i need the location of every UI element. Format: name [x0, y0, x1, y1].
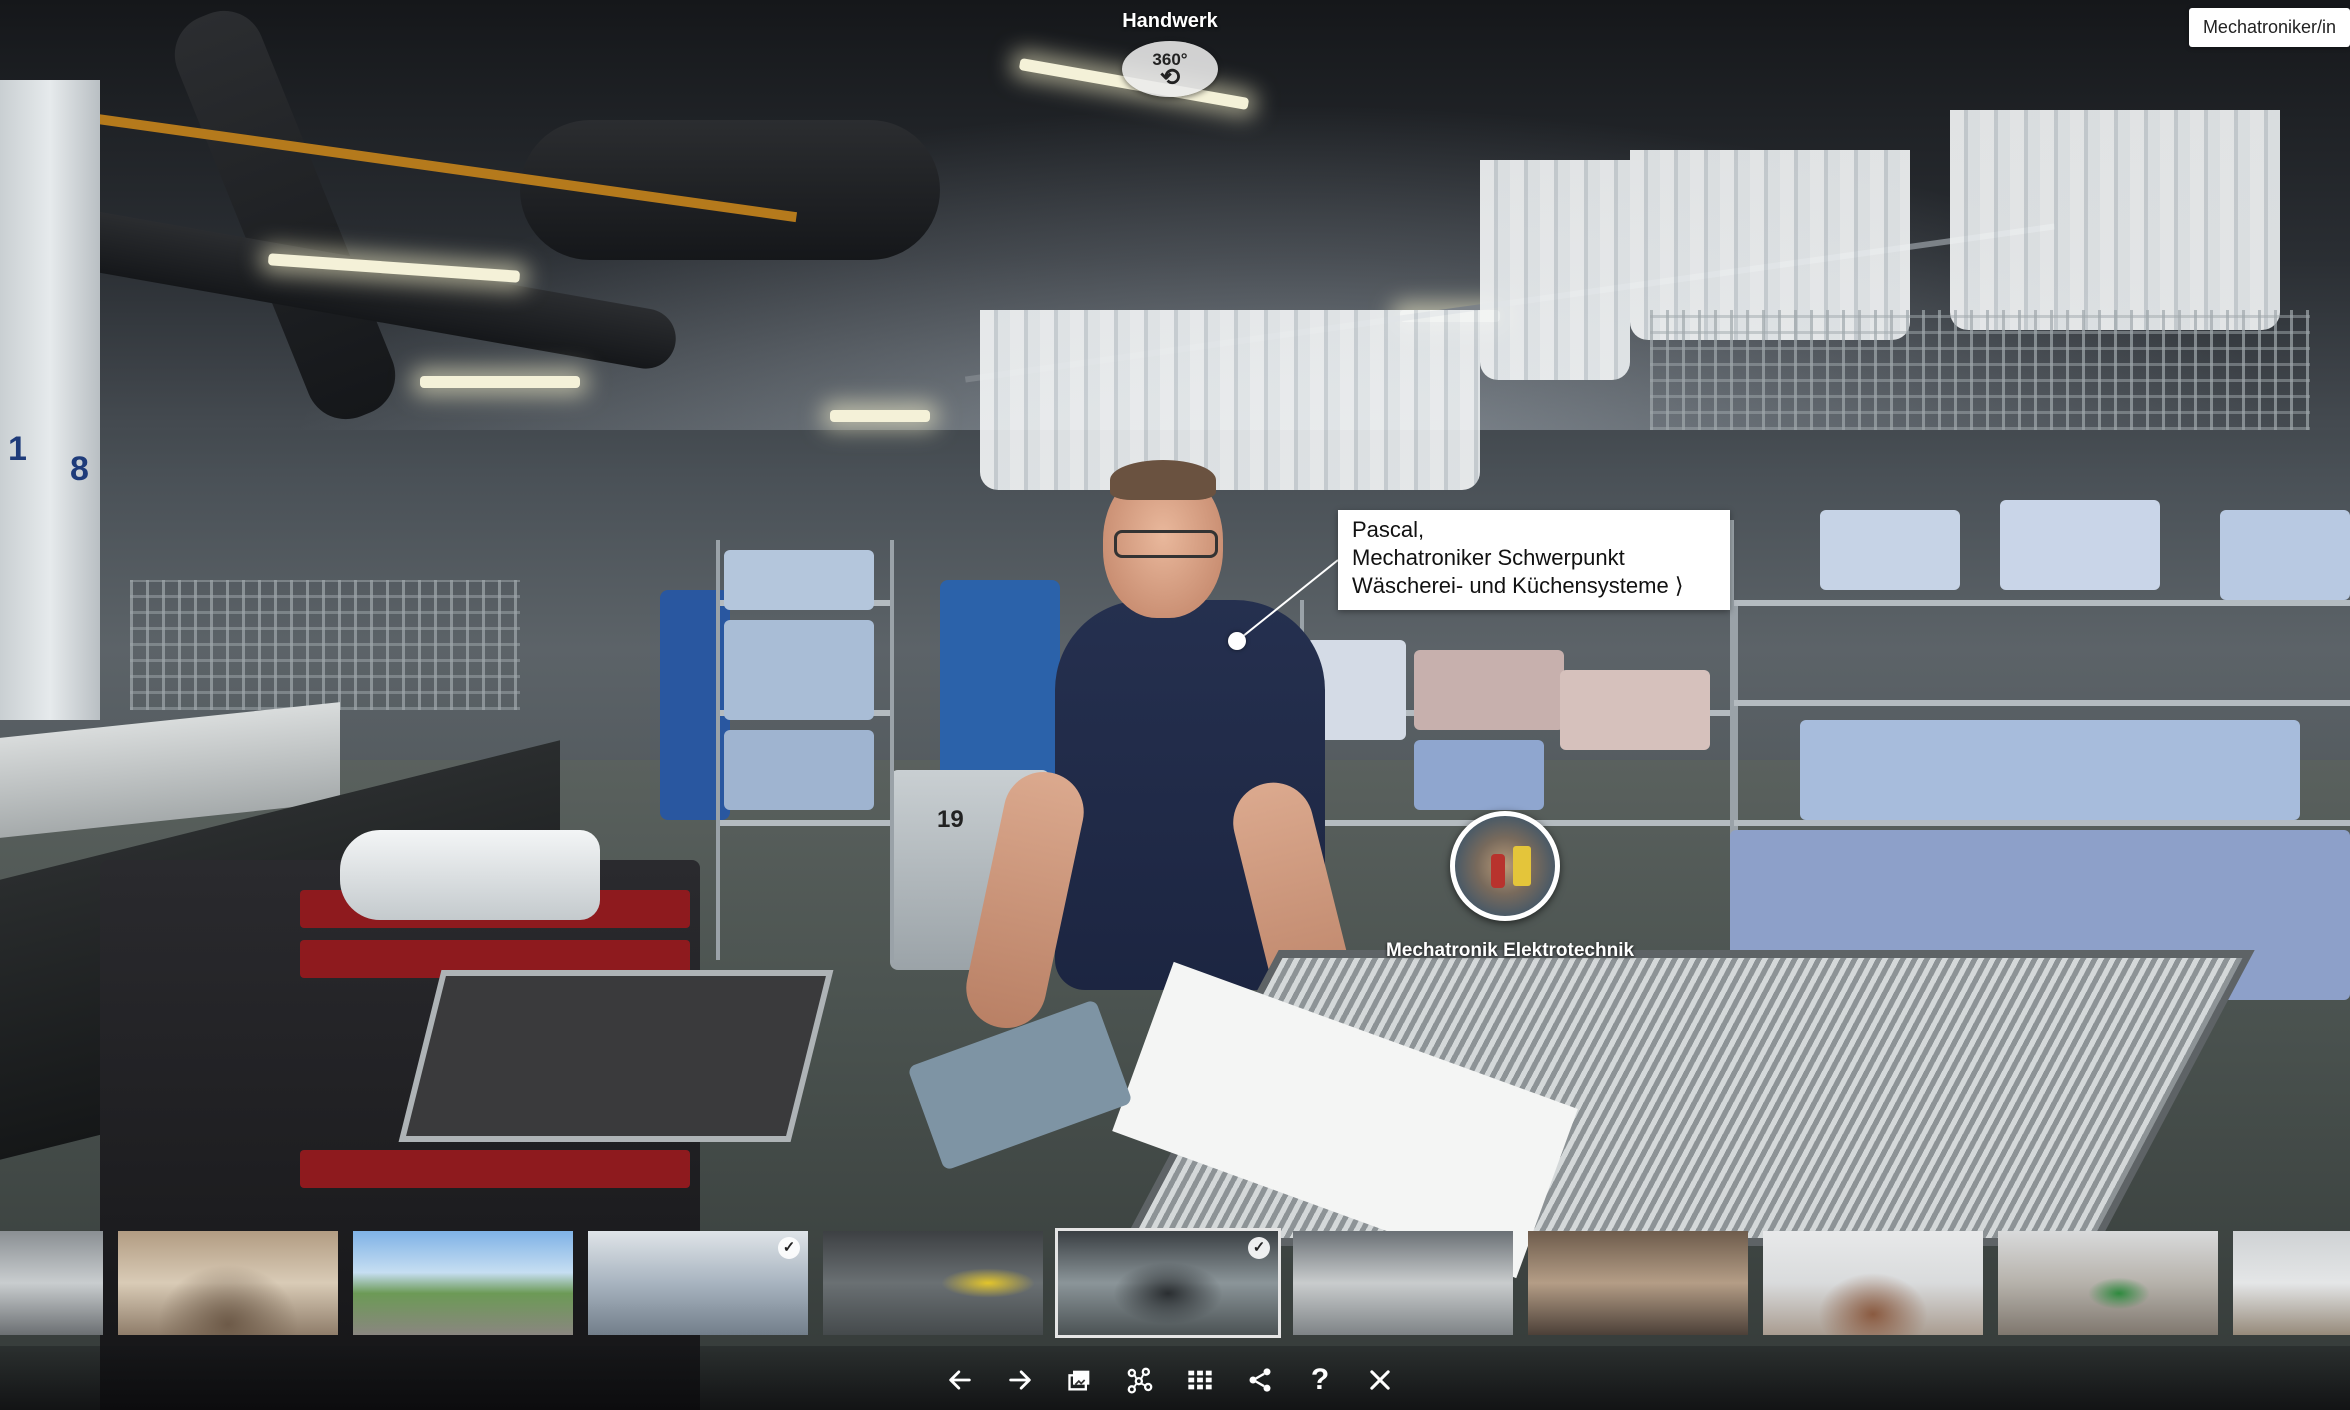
- cart-drawer: [300, 1150, 690, 1188]
- hanging-garments: [1950, 110, 2280, 330]
- ceiling-lamp: [420, 376, 580, 388]
- thumbnail[interactable]: [820, 1228, 1046, 1338]
- thumbnail-strip[interactable]: ✓ ✓: [0, 1220, 2350, 1346]
- close-icon[interactable]: [1360, 1360, 1400, 1400]
- thumbnail[interactable]: [350, 1228, 576, 1338]
- wall-number: 1: [8, 430, 27, 468]
- rotate-arrows-icon: ⟲: [1159, 64, 1181, 91]
- info-hotspot-dot[interactable]: [1228, 632, 1246, 650]
- panorama-view[interactable]: 1 8 19: [0, 0, 2350, 1410]
- checkmark-icon: ✓: [1248, 1237, 1270, 1259]
- towel-stack: [2220, 510, 2350, 600]
- thumbnail[interactable]: [0, 1228, 106, 1338]
- info-line-2: Mechatroniker Schwerpunkt: [1352, 545, 1625, 570]
- ceiling-lamp: [830, 410, 930, 422]
- thumbnail[interactable]: [1525, 1228, 1751, 1338]
- checkmark-icon: ✓: [778, 1237, 800, 1259]
- hanging-garments: [1480, 160, 1630, 380]
- profession-label[interactable]: Mechatroniker/in: [2188, 8, 2350, 47]
- info-popup[interactable]: Pascal, Mechatroniker Schwerpunkt Wäsche…: [1338, 510, 1730, 610]
- gallery-icon[interactable]: [1060, 1360, 1100, 1400]
- pillar: [0, 80, 100, 720]
- hotspot-handwerk[interactable]: Handwerk 360° ⟲: [1120, 10, 1220, 97]
- info-line-3[interactable]: Wäscherei- und Küchensysteme ⟩: [1352, 572, 1716, 600]
- towel-stack: [1414, 650, 1564, 730]
- person-glasses: [1114, 530, 1218, 558]
- blue-cart: [940, 580, 1060, 780]
- hotspot-handwerk-label: Handwerk: [1122, 10, 1218, 32]
- electric-motor: [340, 830, 600, 920]
- thumbnail[interactable]: [2230, 1228, 2350, 1338]
- scene-preview-figure: [1491, 854, 1505, 888]
- towel-stack: [1800, 720, 2300, 820]
- towel-stack: [724, 730, 874, 810]
- thumbnail[interactable]: [1290, 1228, 1516, 1338]
- towel-stack: [724, 550, 874, 610]
- arrow-left-icon[interactable]: [940, 1360, 980, 1400]
- towel-stack: [1560, 670, 1710, 750]
- towel-stack: [724, 620, 874, 720]
- wall-number: 8: [70, 450, 89, 488]
- scene-preview-cabinet: [1513, 846, 1531, 886]
- towel-stack: [1820, 510, 1960, 590]
- scene-hotspot-mechatronik[interactable]: [1450, 811, 1560, 921]
- thumbnail[interactable]: [115, 1228, 341, 1338]
- info-line-1: Pascal,: [1352, 517, 1425, 542]
- towel-stack: [2000, 500, 2160, 590]
- thumbnail[interactable]: [1995, 1228, 2221, 1338]
- scene-map-icon[interactable]: [1120, 1360, 1160, 1400]
- hanging-garments: [980, 310, 1480, 490]
- thumbnail-active[interactable]: ✓: [1055, 1228, 1281, 1338]
- thumbnail[interactable]: [1760, 1228, 1986, 1338]
- grid-icon[interactable]: [1180, 1360, 1220, 1400]
- help-icon[interactable]: ?: [1300, 1360, 1340, 1400]
- laundry-cage: [130, 580, 520, 710]
- towel-stack: [1414, 740, 1544, 810]
- share-icon[interactable]: [1240, 1360, 1280, 1400]
- bottom-toolbar: ?: [0, 1346, 2350, 1410]
- 360-badge-icon[interactable]: 360° ⟲: [1122, 41, 1218, 97]
- scene-hotspot-label[interactable]: Mechatronik Elektrotechnik: [1350, 940, 1670, 962]
- overhead-rack: [1650, 310, 2310, 430]
- arrow-right-icon[interactable]: [1000, 1360, 1040, 1400]
- person-hair: [1110, 460, 1216, 500]
- thumbnail[interactable]: ✓: [585, 1228, 811, 1338]
- bin-number: 19: [937, 806, 964, 833]
- open-drawer: [398, 970, 834, 1142]
